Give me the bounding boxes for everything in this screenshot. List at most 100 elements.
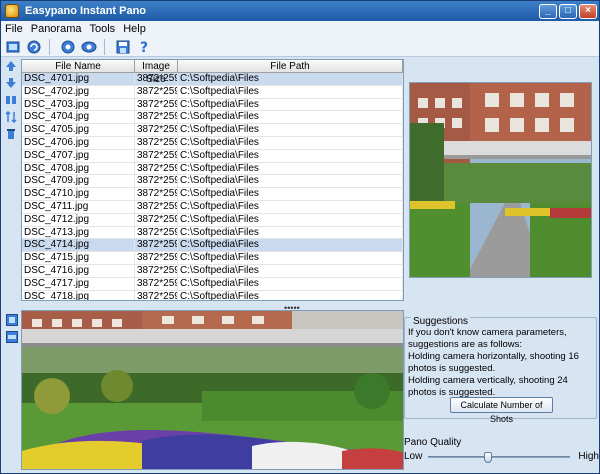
title-bar[interactable]: Easypano Instant Pano _ □ × <box>1 1 599 21</box>
cell-file-path: C:\Softpedia\Files <box>178 277 403 290</box>
table-row[interactable]: DSC_4713.jpg3872*2592C:\Softpedia\Files <box>22 226 403 240</box>
suggestion-line: Holding camera vertically, shooting 24 p… <box>408 375 568 398</box>
cell-file-name: DSC_4711.jpg <box>22 200 135 213</box>
pano-quality-slider[interactable] <box>428 452 570 463</box>
move-down-icon[interactable] <box>4 76 18 90</box>
app-logo-icon <box>5 4 19 18</box>
cell-image-size: 3872*2592 <box>135 239 178 252</box>
table-row[interactable]: DSC_4704.jpg3872*2592C:\Softpedia\Files <box>22 111 403 125</box>
cell-file-name: DSC_4708.jpg <box>22 162 135 175</box>
table-row[interactable]: DSC_4703.jpg3872*2592C:\Softpedia\Files <box>22 98 403 112</box>
cell-image-size: 3872*2592 <box>135 290 178 300</box>
cell-file-name: DSC_4704.jpg <box>22 111 135 124</box>
menu-tools[interactable]: Tools <box>86 23 120 35</box>
view-mode-1-icon[interactable] <box>5 313 19 327</box>
menu-panorama[interactable]: Panorama <box>27 23 86 35</box>
cell-image-size: 3872*2592 <box>135 162 178 175</box>
cell-file-name: DSC_4709.jpg <box>22 175 135 188</box>
cell-file-path: C:\Softpedia\Files <box>178 175 403 188</box>
toolbar: ? <box>1 37 599 57</box>
swap-icon[interactable] <box>4 110 18 124</box>
table-row[interactable]: DSC_4701.jpg3872*2592C:\Softpedia\Files <box>22 73 403 86</box>
help-icon[interactable]: ? <box>135 38 153 56</box>
cell-file-path: C:\Softpedia\Files <box>178 290 403 300</box>
view-mode-2-icon[interactable] <box>5 330 19 344</box>
cell-image-size: 3872*2592 <box>135 252 178 264</box>
column-header-image-size[interactable]: Image Size <box>135 60 178 85</box>
table-row[interactable]: DSC_4702.jpg3872*2592C:\Softpedia\Files <box>22 85 403 99</box>
sort-icon[interactable] <box>4 93 18 107</box>
cell-image-size: 3872*2592 <box>135 124 178 136</box>
cell-file-path: C:\Softpedia\Files <box>178 239 403 252</box>
cell-file-path: C:\Softpedia\Files <box>178 200 403 213</box>
cell-file-path: C:\Softpedia\Files <box>178 213 403 226</box>
app-window: Easypano Instant Pano _ □ × File Panoram… <box>0 0 600 474</box>
cell-file-path: C:\Softpedia\Files <box>178 188 403 200</box>
suggestion-line: If you don't know camera parameters, <box>408 327 567 338</box>
cell-image-size: 3872*2592 <box>135 264 178 277</box>
cell-file-name: DSC_4713.jpg <box>22 226 135 239</box>
column-header-file-name[interactable]: File Name <box>22 60 135 72</box>
column-header-file-path[interactable]: File Path <box>178 60 403 72</box>
cell-image-size: 3872*2592 <box>135 85 178 98</box>
table-row[interactable]: DSC_4712.jpg3872*2592C:\Softpedia\Files <box>22 213 403 227</box>
cell-image-size: 3872*2592 <box>135 277 178 290</box>
new-icon[interactable] <box>4 38 22 56</box>
suggestions-group: Suggestions If you don't know camera par… <box>404 316 597 424</box>
open-icon[interactable] <box>25 38 43 56</box>
minimize-button[interactable]: _ <box>539 3 557 19</box>
menu-help[interactable]: Help <box>119 23 150 35</box>
pano-quality-slider-row: Low High <box>404 451 599 463</box>
table-row[interactable]: DSC_4708.jpg3872*2592C:\Softpedia\Files <box>22 162 403 176</box>
suggestion-line: suggestions are as follows: <box>408 339 523 350</box>
cell-file-path: C:\Softpedia\Files <box>178 252 403 264</box>
move-up-icon[interactable] <box>4 59 18 73</box>
cell-file-name: DSC_4712.jpg <box>22 213 135 226</box>
cell-image-size: 3872*2592 <box>135 98 178 111</box>
cell-file-name: DSC_4714.jpg <box>22 239 135 252</box>
table-row[interactable]: DSC_4717.jpg3872*2592C:\Softpedia\Files <box>22 277 403 291</box>
table-row[interactable]: DSC_4706.jpg3872*2592C:\Softpedia\Files <box>22 136 403 150</box>
menu-file[interactable]: File <box>1 23 27 35</box>
cell-image-size: 3872*2592 <box>135 111 178 124</box>
photo-preview <box>409 82 592 278</box>
table-row[interactable]: DSC_4710.jpg3872*2592C:\Softpedia\Files <box>22 188 403 201</box>
cell-image-size: 3872*2592 <box>135 200 178 213</box>
cell-file-name: DSC_4715.jpg <box>22 252 135 264</box>
table-header: File Name Image Size File Path <box>22 60 403 85</box>
cell-file-path: C:\Softpedia\Files <box>178 73 403 85</box>
suggestion-line: Holding camera horizontally, shooting 16… <box>408 351 579 374</box>
cell-image-size: 3872*2592 <box>135 73 178 85</box>
delete-icon[interactable] <box>4 127 18 141</box>
maximize-button[interactable]: □ <box>559 3 577 19</box>
table-row[interactable]: DSC_4715.jpg3872*2592C:\Softpedia\Files <box>22 252 403 265</box>
table-row[interactable]: DSC_4711.jpg3872*2592C:\Softpedia\Files <box>22 200 403 214</box>
cell-file-path: C:\Softpedia\Files <box>178 264 403 277</box>
cell-image-size: 3872*2592 <box>135 226 178 239</box>
cell-file-path: C:\Softpedia\Files <box>178 98 403 111</box>
cell-image-size: 3872*2592 <box>135 175 178 188</box>
table-row[interactable]: DSC_4716.jpg3872*2592C:\Softpedia\Files <box>22 264 403 278</box>
stitch-icon[interactable] <box>59 38 77 56</box>
table-row[interactable]: DSC_4718.jpg3872*2592C:\Softpedia\Files <box>22 290 403 300</box>
cell-file-path: C:\Softpedia\Files <box>178 111 403 124</box>
suggestions-text: If you don't know camera parameters, sug… <box>408 327 596 399</box>
cell-image-size: 3872*2592 <box>135 213 178 226</box>
cell-file-name: DSC_4707.jpg <box>22 149 135 162</box>
table-body: DSC_4701.jpg3872*2592C:\Softpedia\FilesD… <box>22 73 403 300</box>
menu-bar: File Panorama Tools Help <box>1 21 599 37</box>
table-row[interactable]: DSC_4714.jpg3872*2592C:\Softpedia\Files <box>22 239 403 253</box>
calculate-shots-button[interactable]: Calculate Number of Shots <box>450 397 553 424</box>
table-row[interactable]: DSC_4705.jpg3872*2592C:\Softpedia\Files <box>22 124 403 137</box>
cell-file-name: DSC_4702.jpg <box>22 85 135 98</box>
cell-file-name: DSC_4701.jpg <box>22 73 135 85</box>
close-button[interactable]: × <box>579 3 597 19</box>
save-icon[interactable] <box>114 38 132 56</box>
cell-image-size: 3872*2592 <box>135 149 178 162</box>
cell-file-name: DSC_4705.jpg <box>22 124 135 136</box>
preview-icon[interactable] <box>80 38 98 56</box>
slider-thumb[interactable] <box>483 452 492 463</box>
table-row[interactable]: DSC_4707.jpg3872*2592C:\Softpedia\Files <box>22 149 403 163</box>
cell-image-size: 3872*2592 <box>135 188 178 200</box>
table-row[interactable]: DSC_4709.jpg3872*2592C:\Softpedia\Files <box>22 175 403 189</box>
